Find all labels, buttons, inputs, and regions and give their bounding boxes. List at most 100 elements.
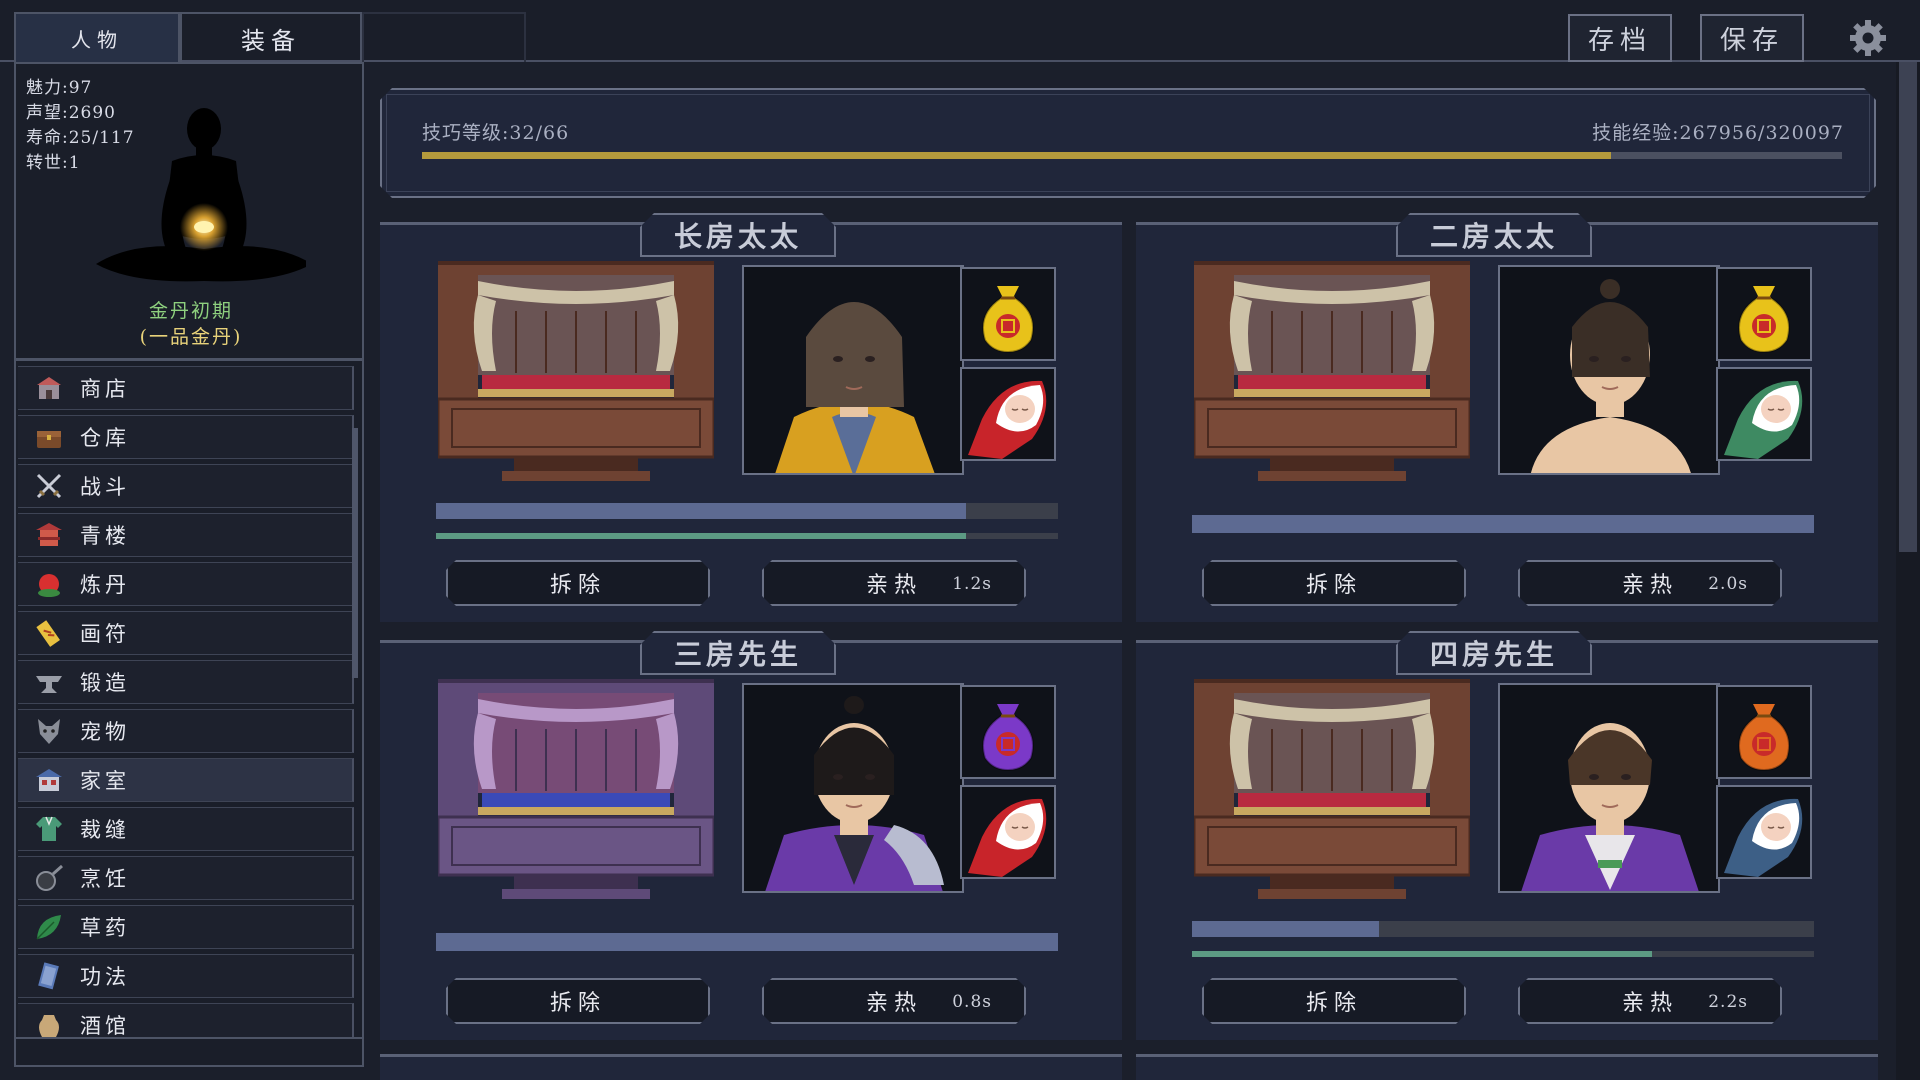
main-scrollbar[interactable] [1896,62,1920,1080]
menu-scrollbar[interactable] [352,428,358,678]
spouse-title: 三房先生 [640,631,836,675]
affection-bar [436,933,1058,951]
stat-reincarnation: 转世:1 [26,153,81,173]
swaddled-baby-icon [1724,380,1803,459]
spouse-portrait[interactable] [1498,265,1720,475]
spouse-card-partial [380,1054,1122,1080]
baby-slot[interactable] [960,785,1056,879]
menu-item-alchemy[interactable]: 炼丹 [18,562,354,606]
pavilion-icon [32,518,66,552]
robe-icon [32,812,66,846]
menu-item-pet[interactable]: 宠物 [18,709,354,753]
remove-button[interactable]: 拆除 [446,560,710,606]
menu-item-herbs[interactable]: 草药 [18,905,354,949]
spouse-title: 长房太太 [640,213,836,257]
menu-item-tavern[interactable]: 酒馆 [18,1003,354,1038]
tab-empty [362,12,526,62]
crossed-swords-icon [32,469,66,503]
intimate-button[interactable]: 亲热 1.2s [762,560,1026,606]
money-bag-icon [982,704,1034,772]
remove-button[interactable]: 拆除 [1202,560,1466,606]
gift-slot[interactable] [960,685,1056,779]
panel-footer [16,1037,362,1065]
menu-item-tailor[interactable]: 裁缝 [18,807,354,851]
remove-button[interactable]: 拆除 [1202,978,1466,1024]
intimate-label: 亲热 [1621,573,1678,598]
side-menu: 商店 仓库 战斗 青楼 炼丹 画符 锻造 宠物 家室 裁缝 烹饪 草药 功法 酒… [16,366,362,1038]
baby-slot[interactable] [1716,367,1812,461]
gear-icon[interactable] [1848,18,1888,58]
affection-bar [1192,921,1814,937]
cauldron-icon [32,567,66,601]
menu-item-warehouse[interactable]: 仓库 [18,415,354,459]
gift-slot[interactable] [1716,685,1812,779]
wine-jar-icon [32,1008,66,1038]
intimate-label: 亲热 [865,991,922,1016]
affection-bar [1192,515,1814,533]
intimate-button[interactable]: 亲热 2.2s [1518,978,1782,1024]
spouse-portrait[interactable] [1498,683,1720,893]
swaddled-baby-icon [968,380,1047,459]
menu-item-shop[interactable]: 商店 [18,366,354,410]
menu-item-cooking[interactable]: 烹饪 [18,856,354,900]
skill-experience: 技能经验:267956/320097 [1592,122,1844,144]
menu-item-talisman[interactable]: 画符 [18,611,354,655]
money-bag-icon [1738,704,1790,772]
menu-item-battle[interactable]: 战斗 [18,464,354,508]
tab-character[interactable]: 人物 [14,12,180,62]
stat-lifespan: 寿命:25/117 [26,128,135,148]
money-bag-icon [982,286,1034,354]
progress-bar [1192,951,1814,957]
progress-bar [436,533,1058,539]
intimate-label: 亲热 [865,573,922,598]
intimate-button[interactable]: 亲热 0.8s [762,978,1026,1024]
spouse-card-2: 二房太太 拆除 亲热 2.0s [1136,222,1878,622]
talisman-icon [32,616,66,650]
spouse-title: 二房太太 [1396,213,1592,257]
skill-progress-panel: 技巧等级:32/66 技能经验:267956/320097 [380,88,1876,198]
divider [16,358,362,361]
gift-slot[interactable] [1716,267,1812,361]
spouse-title: 四房先生 [1396,631,1592,675]
character-panel: 魅力:97 声望:2690 寿命:25/117 转世:1 金丹初期 (一品金丹)… [14,62,364,1067]
baby-slot[interactable] [1716,785,1812,879]
affection-bar [436,503,1058,519]
canopy-bed-icon [438,261,714,481]
spouse-card-1: 长房太太 拆除 亲热 1.2s [380,222,1122,622]
intimate-button[interactable]: 亲热 2.0s [1518,560,1782,606]
stat-charm: 魅力:97 [26,78,93,98]
archive-button[interactable]: 存档 [1568,14,1672,62]
anvil-icon [32,665,66,699]
save-button[interactable]: 保存 [1700,14,1804,62]
shop-icon [32,371,66,405]
menu-item-techniques[interactable]: 功法 [18,954,354,998]
pan-icon [32,861,66,895]
chest-icon [32,420,66,454]
spouse-card-3: 三房先生 拆除 亲热 0.8s [380,640,1122,1040]
herb-leaf-icon [32,910,66,944]
skill-level: 技巧等级:32/66 [422,122,570,144]
scrollbar-thumb[interactable] [1899,62,1917,552]
swaddled-baby-icon [1724,798,1803,877]
baby-slot[interactable] [960,367,1056,461]
cooldown-timer: 2.2s [1708,992,1748,1012]
cooldown-timer: 2.0s [1708,574,1748,594]
menu-item-forge[interactable]: 锻造 [18,660,354,704]
cultivation-realm-sub: (一品金丹) [139,326,243,348]
cultivation-realm: 金丹初期 [148,300,233,322]
tab-equipment[interactable]: 装备 [180,12,362,62]
top-bar: 人物 装备 存档 保存 [0,0,1920,62]
canopy-bed-icon [438,679,714,899]
stat-reputation: 声望:2690 [26,103,116,123]
cooldown-timer: 1.2s [952,574,992,594]
cooldown-timer: 0.8s [952,992,992,1012]
menu-item-family[interactable]: 家室 [18,758,354,802]
spouse-portrait[interactable] [742,683,964,893]
canopy-bed-icon [1194,679,1470,899]
menu-item-brothel[interactable]: 青楼 [18,513,354,557]
gift-slot[interactable] [960,267,1056,361]
remove-button[interactable]: 拆除 [446,978,710,1024]
intimate-label: 亲热 [1621,991,1678,1016]
spouse-portrait[interactable] [742,265,964,475]
skill-progress-bar [422,152,1842,159]
